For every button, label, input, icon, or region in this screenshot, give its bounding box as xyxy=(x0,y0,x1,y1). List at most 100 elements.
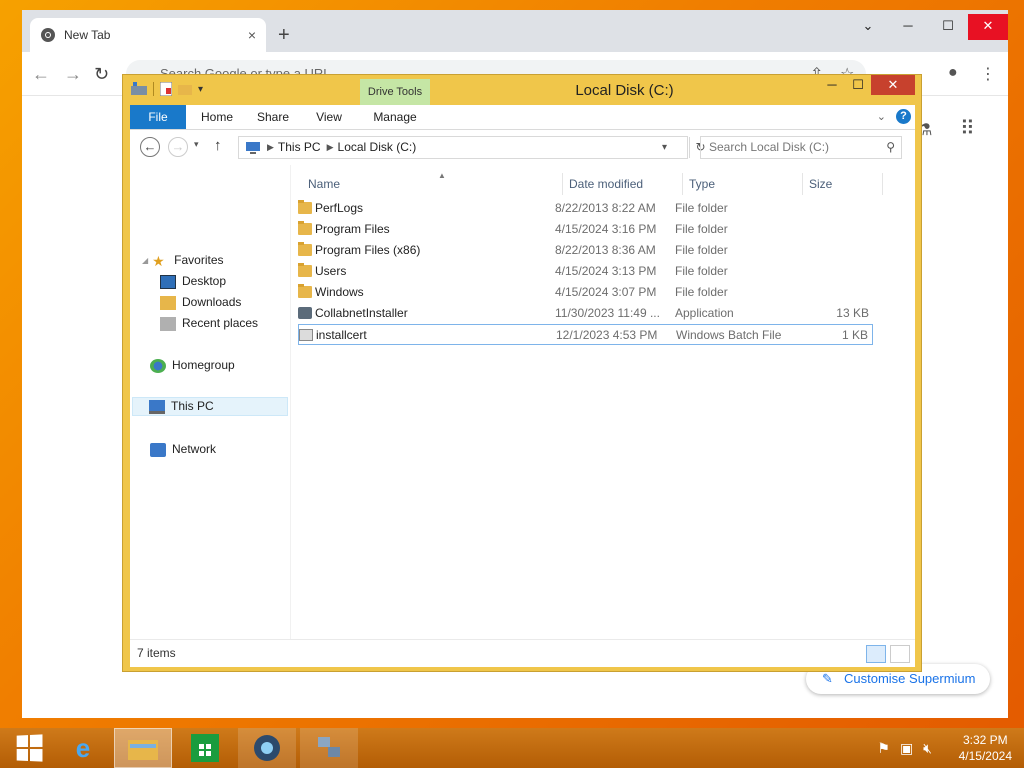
action-center-flag-icon[interactable]: ⚑ xyxy=(877,740,890,757)
ribbon-right-controls: ⌄ ? xyxy=(877,109,911,124)
nav-favorites[interactable]: ◢ ★ Favorites xyxy=(142,251,300,270)
recent-places-icon xyxy=(160,316,176,331)
nav-desktop[interactable]: Desktop xyxy=(160,272,288,291)
file-type: Application xyxy=(675,306,734,320)
file-date: 8/22/2013 8:22 AM xyxy=(555,201,656,215)
tab-close-icon[interactable]: × xyxy=(248,27,256,43)
store-icon xyxy=(191,734,219,762)
taskbar-file-explorer[interactable] xyxy=(114,728,172,768)
minimize-button[interactable]: ─ xyxy=(888,14,928,40)
minimize-button[interactable]: ─ xyxy=(819,75,845,95)
close-button[interactable]: ✕ xyxy=(968,14,1008,40)
taskbar-browser[interactable] xyxy=(238,728,296,768)
desktop-icon xyxy=(160,274,176,289)
breadcrumb-this-pc[interactable]: This PC xyxy=(278,137,321,158)
details-view-icon[interactable] xyxy=(866,645,886,663)
system-tray: ⚑ ▣ 🔇︎ xyxy=(877,740,932,757)
tab-share[interactable]: Share xyxy=(248,105,298,129)
file-name: Program Files xyxy=(315,222,390,236)
profile-icon[interactable]: ● xyxy=(948,64,958,82)
maximize-button[interactable]: ☐ xyxy=(845,75,871,95)
breadcrumb-local-disk[interactable]: Local Disk (C:) xyxy=(338,137,417,158)
file-list: Name ▲ Date modified Type Size PerfLogs … xyxy=(290,165,915,639)
file-row-selected[interactable]: installcert 12/1/2023 4:53 PM Windows Ba… xyxy=(298,324,873,345)
column-divider[interactable] xyxy=(562,173,563,195)
column-divider[interactable] xyxy=(682,173,683,195)
taskbar-remote-app[interactable] xyxy=(300,728,358,768)
this-pc-icon xyxy=(246,141,260,154)
search-icon: ⚲ xyxy=(886,140,895,154)
file-row[interactable]: Windows 4/15/2024 3:07 PM File folder xyxy=(298,282,873,303)
nav-recent-places[interactable]: Recent places xyxy=(160,314,288,333)
folder-icon xyxy=(298,221,312,235)
address-bar[interactable]: ▶ This PC ▶ Local Disk (C:) ▾ ↻ xyxy=(238,136,706,159)
menu-icon[interactable]: ⋮ xyxy=(980,64,996,84)
forward-icon[interactable]: → xyxy=(64,64,82,85)
taskbar: e ⚑ ▣ 🔇︎ 3:32 PM 4/15/2024 xyxy=(0,728,1024,768)
column-header-type[interactable]: Type xyxy=(689,173,799,195)
reload-icon[interactable]: ↻ xyxy=(94,64,109,85)
forward-button[interactable]: → xyxy=(168,137,188,157)
browser-tabstrip: New Tab × + ⌄ ─ ☐ ✕ xyxy=(22,10,1008,52)
browser-tab[interactable]: New Tab × xyxy=(30,18,266,52)
taskbar-internet-explorer[interactable]: e xyxy=(54,728,112,768)
apps-grid-icon[interactable]: ⠿ xyxy=(960,116,975,141)
file-row[interactable]: Program Files 4/15/2024 3:16 PM File fol… xyxy=(298,219,873,240)
tab-home[interactable]: Home xyxy=(192,105,242,129)
file-row[interactable]: Program Files (x86) 8/22/2013 8:36 AM Fi… xyxy=(298,240,873,261)
batch-file-icon xyxy=(299,329,313,341)
back-button[interactable]: ← xyxy=(140,137,160,157)
nav-homegroup[interactable]: Homegroup xyxy=(150,356,288,375)
nav-recent-label: Recent places xyxy=(182,316,259,330)
taskbar-store[interactable] xyxy=(176,728,234,768)
column-header-date[interactable]: Date modified xyxy=(569,173,679,195)
explorer-titlebar: ▾ Drive Tools Local Disk (C:) ─ ☐ ✕ xyxy=(123,75,921,105)
network-status-icon[interactable]: ▣ xyxy=(900,740,913,757)
tab-search-icon[interactable]: ⌄ xyxy=(848,14,888,40)
nav-this-pc[interactable]: This PC xyxy=(132,397,288,416)
nav-this-pc-label: This PC xyxy=(171,399,214,413)
application-icon xyxy=(298,307,312,319)
this-pc-icon xyxy=(149,399,165,414)
address-dropdown-icon[interactable]: ▾ xyxy=(662,137,667,158)
file-name: PerfLogs xyxy=(315,201,364,215)
column-divider[interactable] xyxy=(882,173,883,195)
maximize-button[interactable]: ☐ xyxy=(928,14,968,40)
tab-view[interactable]: View xyxy=(304,105,354,129)
start-button[interactable] xyxy=(0,728,58,768)
nav-downloads-label: Downloads xyxy=(182,295,242,309)
back-icon[interactable]: ← xyxy=(32,64,50,85)
file-name: Windows xyxy=(315,285,364,299)
up-icon[interactable]: ↑ xyxy=(214,137,222,154)
tab-file[interactable]: File xyxy=(130,105,186,129)
search-input[interactable]: Search Local Disk (C:) ⚲ xyxy=(700,136,902,159)
column-divider[interactable] xyxy=(802,173,803,195)
breadcrumb-separator-icon: ▶ xyxy=(267,142,274,152)
nav-network-label: Network xyxy=(172,442,217,456)
new-tab-button[interactable]: + xyxy=(278,24,290,47)
address-row: ← → ▾ ↑ ▶ This PC ▶ Local Disk (C:) ▾ ↻ … xyxy=(130,130,915,165)
large-icons-view-icon[interactable] xyxy=(890,645,910,663)
column-name-label: Name xyxy=(308,177,341,191)
file-row[interactable]: CollabnetInstaller 11/30/2023 11:49 ... … xyxy=(298,303,873,324)
nav-desktop-label: Desktop xyxy=(182,274,227,288)
file-row[interactable]: Users 4/15/2024 3:13 PM File folder xyxy=(298,261,873,282)
expand-ribbon-icon[interactable]: ⌄ xyxy=(877,110,886,123)
volume-muted-icon[interactable]: 🔇︎ xyxy=(923,740,932,757)
file-row[interactable]: PerfLogs 8/22/2013 8:22 AM File folder xyxy=(298,198,873,219)
folder-icon xyxy=(298,242,312,256)
clock[interactable]: 3:32 PM 4/15/2024 xyxy=(959,732,1012,764)
column-header-size[interactable]: Size xyxy=(809,173,879,195)
nav-network[interactable]: Network xyxy=(150,440,288,459)
close-button[interactable]: ✕ xyxy=(871,75,915,95)
file-date: 4/15/2024 3:16 PM xyxy=(555,222,657,236)
help-icon[interactable]: ? xyxy=(896,109,911,124)
recent-locations-icon[interactable]: ▾ xyxy=(194,139,199,150)
file-type: File folder xyxy=(675,222,728,236)
clock-time: 3:32 PM xyxy=(962,733,1008,747)
tab-manage[interactable]: Manage xyxy=(360,105,430,129)
status-bar: 7 items xyxy=(130,639,915,667)
nav-downloads[interactable]: Downloads xyxy=(160,293,288,312)
collapse-caret-icon[interactable]: ◢ xyxy=(142,251,148,270)
column-header-name[interactable]: Name ▲ xyxy=(308,171,548,195)
